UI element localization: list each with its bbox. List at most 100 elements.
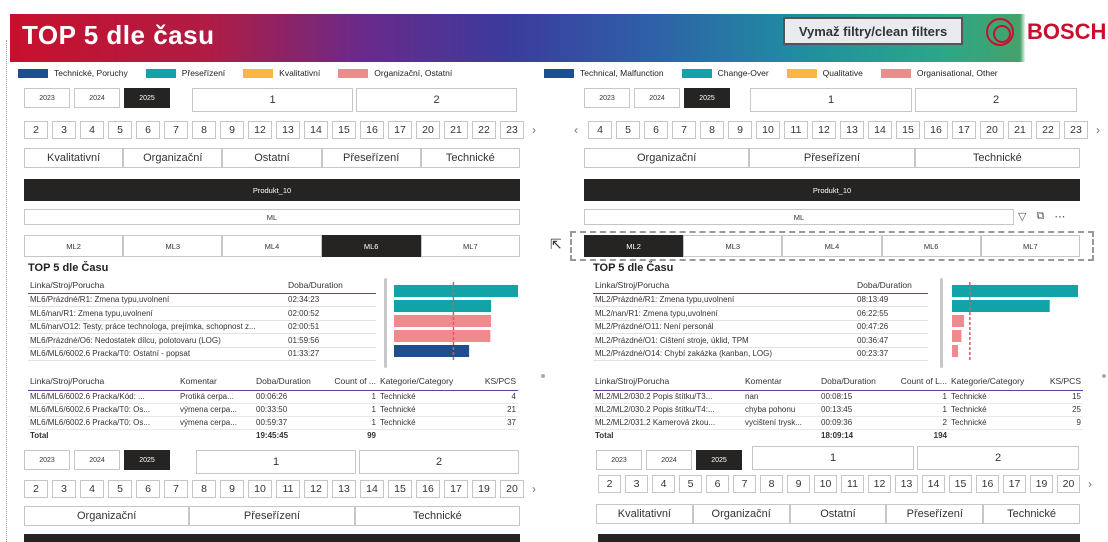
bar-3[interactable] <box>952 315 965 327</box>
week-option-16[interactable]: 16 <box>976 475 999 493</box>
week-option-19[interactable]: 19 <box>1030 475 1053 493</box>
week-option-7[interactable]: 7 <box>733 475 756 493</box>
week-option-23[interactable]: 23 <box>1064 121 1088 139</box>
half-year-option-1[interactable]: 1 <box>196 450 356 474</box>
year-option-2023[interactable]: 2023 <box>24 450 70 470</box>
line-tab-ml3[interactable]: ML3 <box>683 235 783 257</box>
bar-3[interactable] <box>394 315 492 327</box>
week-option-8[interactable]: 8 <box>700 121 724 139</box>
category-option[interactable]: Kvalitativní <box>596 504 693 524</box>
category-option[interactable]: Ostatní <box>222 148 322 168</box>
week-option-12[interactable]: 12 <box>304 480 328 498</box>
year-option-2024[interactable]: 2024 <box>634 88 680 108</box>
week-option-13[interactable]: 13 <box>895 475 918 493</box>
category-option[interactable]: Technické <box>983 504 1080 524</box>
ml-slicer-left[interactable]: ML <box>24 209 520 225</box>
category-option[interactable]: Přeseřízení <box>749 148 915 168</box>
half-year-option-1[interactable]: 1 <box>750 88 912 112</box>
week-option-7[interactable]: 7 <box>164 121 188 139</box>
top5-row[interactable]: ML2/Prázdné/O14: Chybí zakázka (kanban, … <box>593 347 928 361</box>
bar-5[interactable] <box>394 345 470 357</box>
week-option-11[interactable]: 11 <box>276 480 300 498</box>
line-tab-ml2[interactable]: ML2 <box>584 235 684 257</box>
week-option-9[interactable]: 9 <box>220 121 244 139</box>
week-option-8[interactable]: 8 <box>192 480 216 498</box>
week-option-4[interactable]: 4 <box>652 475 675 493</box>
year-option-2024[interactable]: 2024 <box>646 450 692 470</box>
week-option-21[interactable]: 21 <box>444 121 468 139</box>
line-tab-ml3[interactable]: ML3 <box>123 235 223 257</box>
product-slicer-left[interactable]: Produkt_10 <box>24 179 520 201</box>
detail-col-header[interactable]: KS/PCS <box>474 372 518 391</box>
detail-col-header[interactable]: Kategorie/Category <box>949 372 1041 391</box>
week-option-17[interactable]: 17 <box>1003 475 1026 493</box>
week-option-3[interactable]: 3 <box>52 480 76 498</box>
week-option-5[interactable]: 5 <box>679 475 702 493</box>
category-option[interactable]: Technické <box>914 148 1080 168</box>
week-option-6[interactable]: 6 <box>644 121 668 139</box>
week-option-6[interactable]: 6 <box>136 480 160 498</box>
year-option-2025[interactable]: 2025 <box>696 450 742 470</box>
week-option-3[interactable]: 3 <box>52 121 76 139</box>
week-option-15[interactable]: 15 <box>388 480 412 498</box>
detail-row[interactable]: ML2/ML2/031.2 Kamerová zkou... vycištení … <box>593 416 1083 430</box>
line-tab-ml6[interactable]: ML6 <box>321 235 421 257</box>
product-slicer-right-2[interactable] <box>598 534 1080 542</box>
week-option-22[interactable]: 22 <box>472 121 496 139</box>
year-option-2024[interactable]: 2024 <box>74 88 120 108</box>
col-header-duration[interactable]: Doba/Duration <box>286 277 376 294</box>
category-option[interactable]: Organizační <box>584 148 750 168</box>
week-option-15[interactable]: 15 <box>896 121 920 139</box>
bar-2[interactable] <box>394 300 492 312</box>
year-option-2025[interactable]: 2025 <box>684 88 730 108</box>
top5-row[interactable]: ML6/ML6/6002.6 Pracka/T0: Ostatní - pops… <box>28 347 376 361</box>
week-option-4[interactable]: 4 <box>80 480 104 498</box>
week-option-6[interactable]: 6 <box>706 475 729 493</box>
half-year-option-2[interactable]: 2 <box>915 88 1077 112</box>
line-tab-ml7[interactable]: ML7 <box>420 235 520 257</box>
top5-row[interactable]: ML2/Prázdné/R1: Zmena typu,uvolnení 08:13… <box>593 293 928 307</box>
week-option-16[interactable]: 16 <box>924 121 948 139</box>
scrollbar-right[interactable] <box>940 278 943 368</box>
week-option-12[interactable]: 12 <box>868 475 891 493</box>
week-option-5[interactable]: 5 <box>616 121 640 139</box>
filter-icon[interactable]: ▽ <box>1018 210 1026 223</box>
detail-row[interactable]: ML6/ML6/6002.6 Pracka/T0: Os... výmena ce… <box>28 403 518 417</box>
col-header-duration[interactable]: Doba/Duration <box>855 277 928 294</box>
week-option-9[interactable]: 9 <box>728 121 752 139</box>
category-option[interactable]: Přeseřízení <box>321 148 421 168</box>
week-option-8[interactable]: 8 <box>192 121 216 139</box>
detail-row[interactable]: ML6/ML6/6002.6 Pracka/T0: Os... výmena ce… <box>28 416 518 430</box>
week-option-19[interactable]: 19 <box>472 480 496 498</box>
week-option-9[interactable]: 9 <box>787 475 810 493</box>
line-tab-ml4[interactable]: ML4 <box>222 235 322 257</box>
week-option-16[interactable]: 16 <box>360 121 384 139</box>
category-option[interactable]: Ostatní <box>789 504 887 524</box>
category-option[interactable]: Technické <box>354 506 520 526</box>
week-option-9[interactable]: 9 <box>220 480 244 498</box>
top5-row[interactable]: ML6/nan/R1: Zmena typu,uvolnení 02:00:52 <box>28 306 376 321</box>
week-option-3[interactable]: 3 <box>625 475 648 493</box>
clear-filters-button[interactable]: Vymaž filtry/clean filters <box>783 17 963 45</box>
week-option-20[interactable]: 20 <box>980 121 1004 139</box>
week-option-22[interactable]: 22 <box>1036 121 1060 139</box>
detail-col-header[interactable]: Linka/Stroj/Porucha <box>593 372 743 391</box>
top5-row[interactable]: ML2/Prázdné/O11: Není personál 00:47:26 <box>593 320 928 334</box>
col-header-line[interactable]: Linka/Stroj/Porucha <box>593 277 855 294</box>
bar-2[interactable] <box>952 300 1050 312</box>
week-option-21[interactable]: 21 <box>1008 121 1032 139</box>
detail-row[interactable]: ML2/ML2/030.2 Popis štítku/T3... nan 00:08… <box>593 390 1083 404</box>
week-option-14[interactable]: 14 <box>922 475 945 493</box>
week-option-13[interactable]: 13 <box>332 480 356 498</box>
week-option-20[interactable]: 20 <box>416 121 440 139</box>
week-option-14[interactable]: 14 <box>304 121 328 139</box>
bar-1[interactable] <box>394 285 518 297</box>
week-option-12[interactable]: 12 <box>812 121 836 139</box>
week-option-7[interactable]: 7 <box>672 121 696 139</box>
week-option-13[interactable]: 13 <box>840 121 864 139</box>
half-year-option-1[interactable]: 1 <box>192 88 353 112</box>
more-options-icon[interactable]: ⋯ <box>1054 210 1065 223</box>
year-option-2023[interactable]: 2023 <box>24 88 70 108</box>
detail-col-header[interactable]: Komentar <box>743 372 819 391</box>
week-option-23[interactable]: 23 <box>500 121 524 139</box>
